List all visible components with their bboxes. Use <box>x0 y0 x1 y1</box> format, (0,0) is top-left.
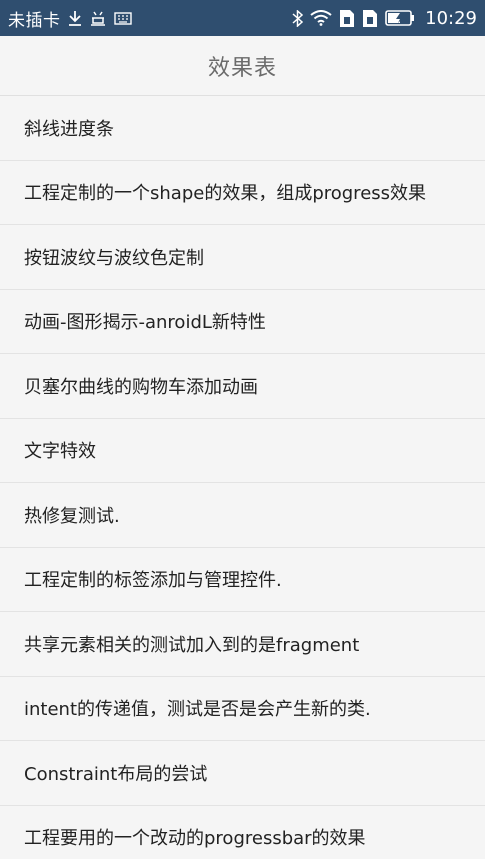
list-item-label: 工程定制的标签添加与管理控件. <box>24 570 282 592</box>
usb-debug-icon <box>89 10 107 26</box>
bluetooth-icon <box>292 9 304 27</box>
list-item[interactable]: 工程定制的标签添加与管理控件. <box>0 547 485 612</box>
list-item[interactable]: 工程要用的一个改动的progressbar的效果 <box>0 805 485 859</box>
status-right: 10:29 <box>292 8 477 29</box>
list-item-label: 贝塞尔曲线的购物车添加动画 <box>24 376 258 398</box>
download-icon <box>68 10 82 26</box>
sim-icon <box>362 9 378 28</box>
page-title: 效果表 <box>207 55 277 81</box>
list-item[interactable]: intent的传递值，测试是否是会产生新的类. <box>0 676 485 741</box>
keyboard-icon <box>113 11 132 25</box>
list-item-label: 按钮波纹与波纹色定制 <box>24 247 204 269</box>
battery-charging-icon <box>385 10 415 26</box>
list-item-label: 工程定制的一个shape的效果，组成progress效果 <box>24 183 427 205</box>
wifi-icon <box>310 10 332 26</box>
effects-list: 斜线进度条 工程定制的一个shape的效果，组成progress效果 按钮波纹与… <box>0 96 485 859</box>
list-item-label: 热修复测试. <box>24 505 120 527</box>
list-item[interactable]: 斜线进度条 <box>0 96 485 161</box>
list-item[interactable]: Constraint布局的尝试 <box>0 741 485 806</box>
list-item-label: intent的传递值，测试是否是会产生新的类. <box>24 699 371 721</box>
list-item-label: 文字特效 <box>24 441 96 463</box>
clock: 10:29 <box>425 7 477 29</box>
carrier-label: 未插卡 <box>8 10 61 31</box>
sim-icon <box>339 9 355 28</box>
list-item-label: Constraint布局的尝试 <box>24 763 208 785</box>
list-item[interactable]: 贝塞尔曲线的购物车添加动画 <box>0 354 485 419</box>
list-item-label: 工程要用的一个改动的progressbar的效果 <box>24 828 366 850</box>
list-item[interactable]: 动画-图形揭示-anroidL新特性 <box>0 289 485 354</box>
list-item-label: 动画-图形揭示-anroidL新特性 <box>24 312 266 334</box>
status-left: 未插卡 <box>8 6 132 31</box>
list-item[interactable]: 文字特效 <box>0 418 485 483</box>
list-item[interactable]: 共享元素相关的测试加入到的是fragment <box>0 612 485 677</box>
list-item[interactable]: 工程定制的一个shape的效果，组成progress效果 <box>0 160 485 225</box>
status-bar: 未插卡 10:29 <box>0 0 485 36</box>
list-item[interactable]: 热修复测试. <box>0 483 485 548</box>
list-item-label: 共享元素相关的测试加入到的是fragment <box>24 634 360 656</box>
list-item-label: 斜线进度条 <box>24 118 114 140</box>
app-bar: 效果表 <box>0 36 485 96</box>
list-item[interactable]: 按钮波纹与波纹色定制 <box>0 225 485 290</box>
